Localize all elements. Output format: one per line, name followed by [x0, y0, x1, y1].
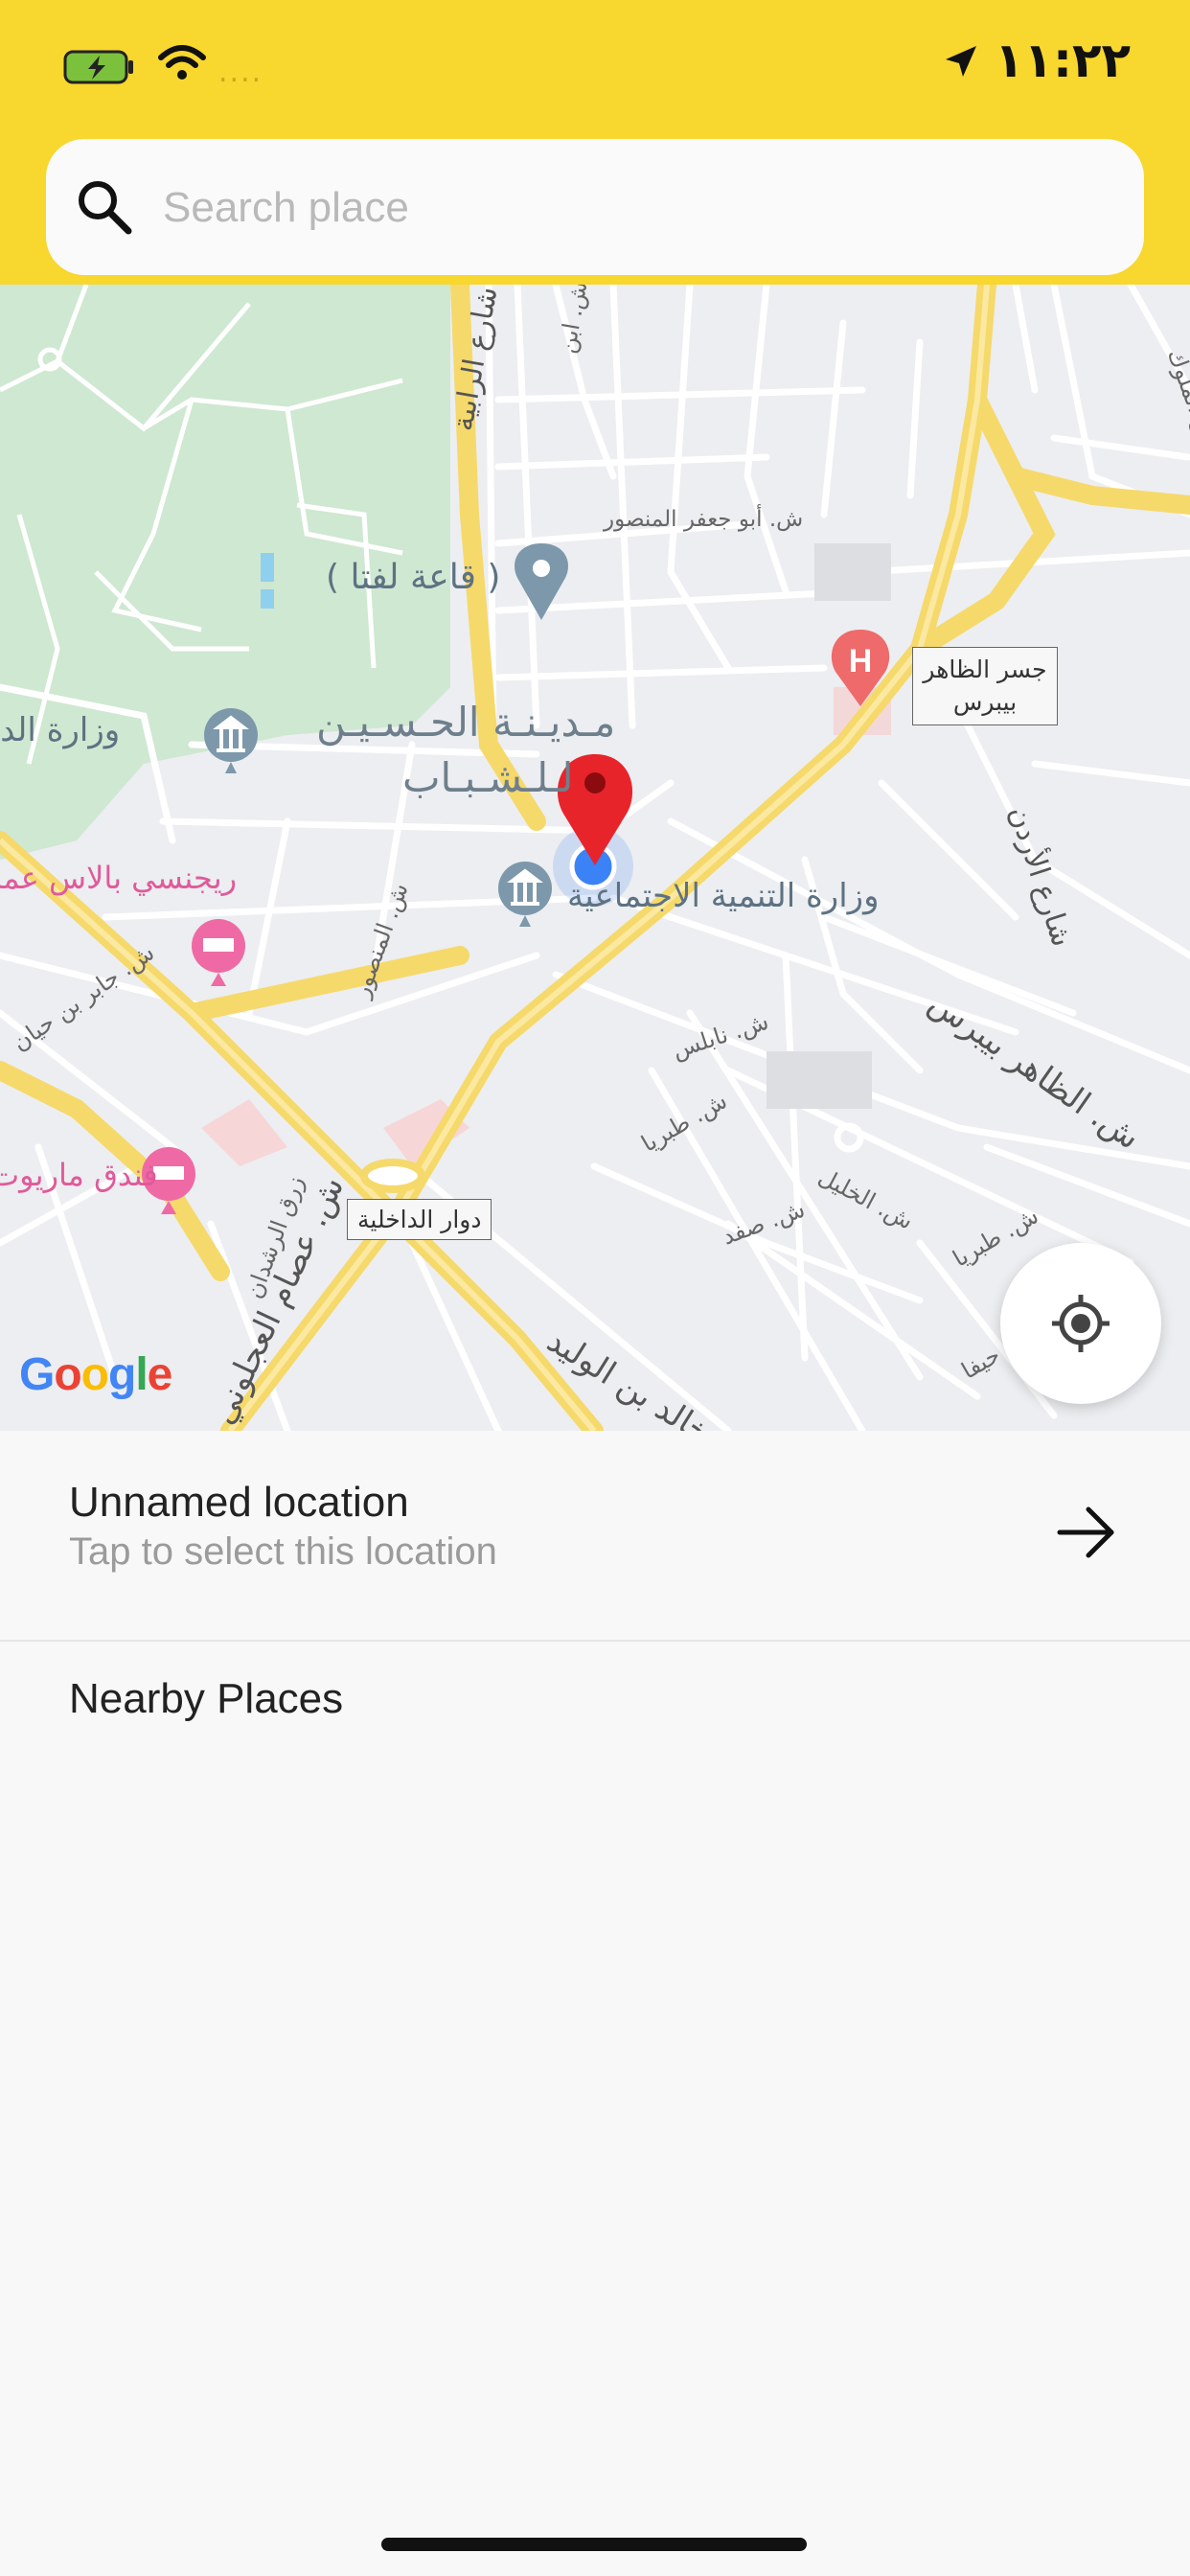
area-label-al-hussein: مـديـنـة الحـسـيـن	[316, 699, 616, 746]
search-bar[interactable]	[46, 139, 1144, 275]
label-bridge-zaher-line2: بيبرس	[952, 688, 1018, 716]
google-logo-letter: e	[147, 1349, 173, 1400]
map-view[interactable]: H ( قاعة لفتا ) وزارة الداخلية مـديـنـة …	[0, 285, 1190, 1431]
hotel-pin-icon[interactable]	[192, 919, 245, 986]
museum-icon[interactable]	[204, 708, 258, 773]
poi-label-marriott[interactable]: فندق ماريوت	[0, 1157, 158, 1193]
status-time: ١١:٢٢	[995, 33, 1132, 88]
svg-text:H: H	[849, 643, 873, 679]
water-feature	[261, 553, 274, 582]
area-label-al-hussein-2: لـلـشـبـاب	[402, 754, 574, 801]
poi-label-regency-palace[interactable]: ريجنسي بالاس عمان	[0, 860, 237, 896]
status-bar: .... ١١:٢٢	[0, 0, 1190, 134]
label-interior-roundabout: دوار الداخلية	[347, 1199, 492, 1240]
water-feature	[261, 589, 274, 609]
map-block	[814, 543, 891, 601]
app-header: .... ١١:٢٢	[0, 0, 1190, 285]
search-input[interactable]	[161, 166, 1104, 250]
google-logo-letter: l	[135, 1349, 148, 1400]
search-icon	[79, 181, 132, 235]
google-logo: Google	[19, 1348, 172, 1401]
label-bridge-zaher-line1: جسر الظاهر	[923, 656, 1047, 683]
google-logo-letter: o	[54, 1349, 81, 1400]
crosshair-icon	[1052, 1295, 1110, 1352]
street-label: ش. أبو جعفر المنصور	[604, 507, 804, 532]
museum-icon[interactable]	[498, 862, 552, 927]
arrow-right-icon[interactable]	[1054, 1504, 1119, 1561]
selected-location-row[interactable]: Unnamed location Tap to select this loca…	[0, 1431, 1190, 1642]
home-indicator[interactable]	[381, 2538, 807, 2551]
google-logo-letter: G	[19, 1349, 55, 1400]
nearby-places-heading: Nearby Places	[69, 1675, 344, 1722]
poi-label-ministry-social[interactable]: وزارة التنمية الاجتماعية	[567, 877, 880, 915]
roundabout	[360, 1159, 425, 1193]
google-logo-letter: g	[108, 1349, 136, 1400]
google-logo-letter: o	[80, 1349, 109, 1400]
poi-label-ministry-interior[interactable]: وزارة الداخلية	[0, 711, 120, 749]
location-subtitle: Tap to select this location	[69, 1530, 497, 1573]
my-location-button[interactable]	[1000, 1243, 1161, 1404]
location-arrow-icon	[946, 46, 976, 77]
battery-charging-icon	[63, 50, 133, 84]
poi-label-qaat-lafta[interactable]: ( قاعة لفتا )	[326, 558, 500, 597]
location-title: Unnamed location	[69, 1479, 409, 1526]
map-block	[767, 1051, 872, 1109]
carrier-signal: ....	[218, 56, 263, 89]
map-canvas: H	[0, 285, 1190, 1431]
label-bridge-zaher: جسر الظاهر بيبرس	[912, 647, 1058, 725]
wifi-icon	[158, 45, 206, 80]
